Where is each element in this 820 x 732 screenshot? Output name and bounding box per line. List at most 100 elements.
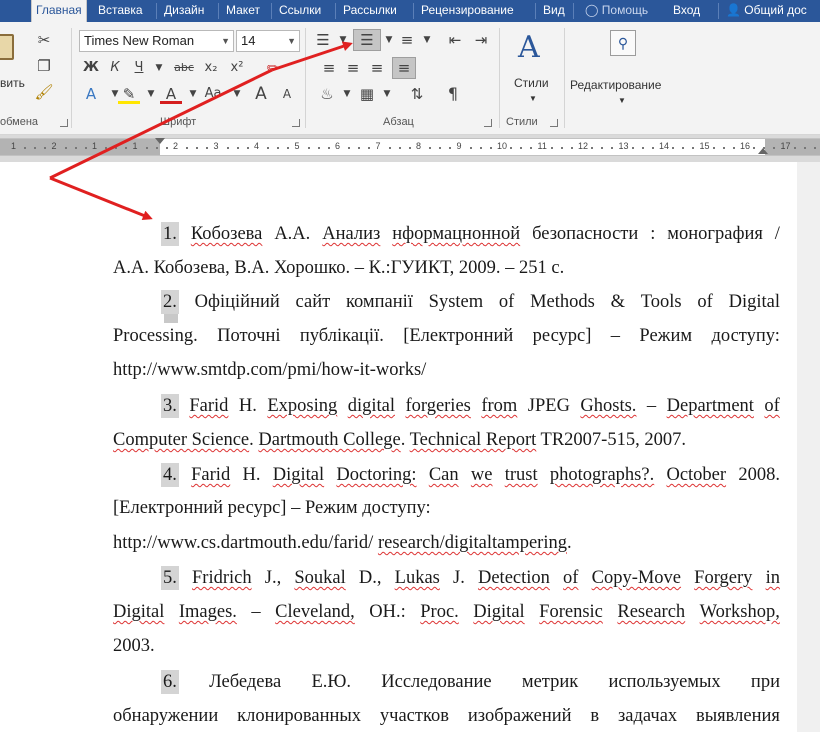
shrink-font-button[interactable]: A <box>276 84 298 104</box>
increase-indent-icon[interactable]: ⇥ <box>470 30 492 50</box>
justify-icon[interactable]: ≡ <box>392 57 416 79</box>
ruler-tick <box>672 147 675 149</box>
list-item-text: обнаружении клонированных участков изображе… <box>113 706 780 726</box>
chevron-down-icon[interactable]: ▼ <box>332 30 354 50</box>
tab-home[interactable]: Главная <box>31 0 87 22</box>
ruler-tick <box>165 147 168 149</box>
ruler-tick <box>196 147 199 149</box>
copy-icon[interactable]: ❐ <box>33 56 55 76</box>
decrease-indent-icon[interactable]: ⇤ <box>444 30 466 50</box>
ruler-tick <box>226 147 229 149</box>
tab-separator <box>535 3 536 19</box>
font-size-value: 14 <box>241 33 256 48</box>
ruler-number: 1 <box>92 141 98 151</box>
chevron-down-icon[interactable]: ▼ <box>221 31 230 51</box>
align-right-icon[interactable]: ≡ <box>366 58 388 78</box>
chevron-down-icon[interactable]: ▼ <box>376 84 398 104</box>
ruler-tick <box>24 147 27 149</box>
font-name-combo[interactable]: Times New Roman ▼ <box>79 30 234 52</box>
chevron-down-icon[interactable]: ▼ <box>226 84 248 104</box>
ruler-tick <box>398 147 401 149</box>
align-left-icon[interactable]: ≡ <box>318 58 340 78</box>
list-number: 3. <box>161 394 179 418</box>
ruler-number: 9 <box>456 141 462 151</box>
tab-insert[interactable]: Вставка <box>94 0 147 22</box>
group-separator <box>71 28 72 128</box>
help-button[interactable]: ◯ Помощь <box>581 0 652 22</box>
indent-marker-icon[interactable] <box>155 138 165 144</box>
lightbulb-icon: ◯ <box>585 3 599 17</box>
ruler-tick <box>793 147 796 149</box>
ruler-tick <box>287 147 290 149</box>
chevron-down-icon[interactable]: ▼ <box>140 84 162 104</box>
share-button[interactable]: 👤 Общий дос <box>722 0 811 22</box>
ruler-tick <box>591 147 594 149</box>
ruler-number: 12 <box>578 141 589 151</box>
ruler-tick <box>64 147 67 149</box>
font-launcher-icon[interactable] <box>292 119 300 127</box>
format-painter-icon[interactable]: 🖌 <box>33 82 55 102</box>
chevron-down-icon[interactable]: ▼ <box>287 31 296 51</box>
grow-font-button[interactable]: A <box>250 84 272 104</box>
italic-button[interactable]: К <box>104 58 126 78</box>
highlight-color-icon[interactable]: ✎ <box>118 84 140 104</box>
pilcrow-button[interactable]: ¶ <box>442 84 464 104</box>
ruler-tick <box>611 147 614 149</box>
editing-button[interactable]: ⚲ Редактирование ▼ <box>566 28 678 108</box>
superscript-button[interactable]: x² <box>226 58 248 78</box>
multilevel-list-icon[interactable]: ≡ <box>396 30 418 50</box>
underline-button[interactable]: Ч <box>128 58 150 78</box>
ruler-tick <box>732 147 735 149</box>
ruler-tick <box>530 147 533 149</box>
ruler-tick <box>267 147 270 149</box>
list-item: 3. Farid H. Exposing digital forgeries from JP… <box>161 394 780 418</box>
paragraph-launcher-icon[interactable] <box>484 119 492 127</box>
ruler-tick <box>236 147 239 149</box>
font-color-icon[interactable]: A <box>160 84 182 104</box>
text-effects-icon[interactable]: A <box>80 84 102 104</box>
sign-in-link[interactable]: Вход <box>669 0 704 22</box>
borders-icon[interactable]: ▦ <box>356 84 378 104</box>
tab-review[interactable]: Рецензирование <box>417 0 518 22</box>
bullets-icon[interactable]: ☰ <box>312 30 334 50</box>
strikethrough-button[interactable]: abc <box>170 58 198 78</box>
ruler-tick <box>439 147 442 149</box>
styles-button[interactable]: A Стили ▼ <box>506 28 562 108</box>
chevron-down-icon[interactable]: ▼ <box>148 58 170 78</box>
tab-view[interactable]: Вид <box>539 0 569 22</box>
change-case-button[interactable]: Aa <box>200 84 226 104</box>
list-item-text: 2003. <box>113 636 155 656</box>
tab-separator <box>335 3 336 19</box>
subscript-button[interactable]: x₂ <box>200 58 222 78</box>
paragraph-group-label: Абзац <box>383 116 414 128</box>
tab-mailings[interactable]: Рассылки <box>339 0 401 22</box>
clipboard-launcher-icon[interactable] <box>60 119 68 127</box>
align-center-icon[interactable]: ≡ <box>342 58 364 78</box>
cut-icon[interactable]: ✂ <box>33 30 55 50</box>
ruler-tick <box>570 147 573 149</box>
paste-button[interactable]: вить <box>0 28 30 90</box>
font-size-combo[interactable]: 14 ▼ <box>236 30 300 52</box>
list-item-text: Processing. Поточні публікації. [Електронни… <box>113 326 780 346</box>
ruler-tick <box>388 147 391 149</box>
chevron-down-icon[interactable]: ▼ <box>416 30 438 50</box>
shading-icon[interactable]: ♨ <box>316 84 338 104</box>
chevron-down-icon[interactable]: ▼ <box>336 84 358 104</box>
tab-references[interactable]: Ссылки <box>275 0 325 22</box>
clear-formatting-icon[interactable]: ✏ <box>262 58 284 78</box>
ruler-tick <box>74 147 77 149</box>
horizontal-ruler[interactable]: 1 2 1 1 2 3 4 5 6 7 8 9 10 11 12 13 14 15 16 17 <box>0 138 820 156</box>
ribbon: вить ✂ ❐ 🖌 обмена Times New Roman ▼ 14 ▼… <box>0 22 820 135</box>
ruler-number: 15 <box>699 141 710 151</box>
ruler-tick <box>560 147 563 149</box>
tab-design[interactable]: Дизайн <box>160 0 208 22</box>
list-item-text: А.А. Кобозева, В.А. Хорошко. – К.:ГУИКТ,… <box>113 258 565 278</box>
list-item-text: http://www.cs.dartmouth.edu/farid/ resea… <box>113 533 572 553</box>
sort-icon[interactable]: ⇅ <box>406 84 428 104</box>
magnifier-icon: ⚲ <box>610 30 636 56</box>
tab-layout[interactable]: Макет <box>222 0 264 22</box>
numbering-icon[interactable]: ☰ <box>353 29 381 51</box>
styles-launcher-icon[interactable] <box>550 119 558 127</box>
ruler-tick <box>763 147 766 149</box>
bold-button[interactable]: Ж <box>80 58 102 78</box>
